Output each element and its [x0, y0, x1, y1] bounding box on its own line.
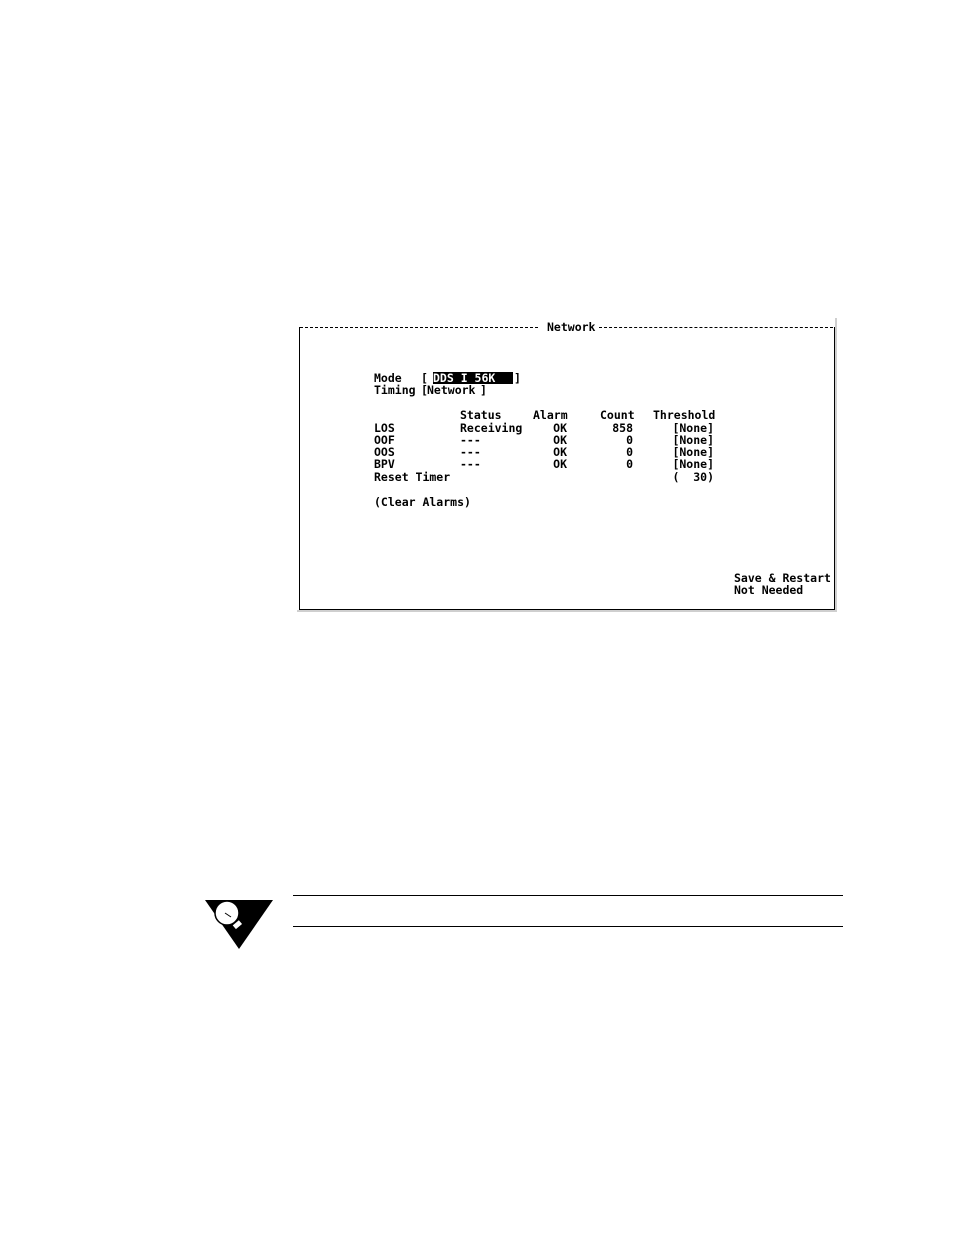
reset-timer-field[interactable]: ( 30)	[653, 471, 714, 483]
note-rule-bottom	[293, 926, 843, 927]
save-status-text: Not Needed	[734, 583, 804, 597]
header-threshold: Threshold	[653, 408, 716, 422]
header-count: Count	[600, 408, 635, 422]
timing-bracket-close: ]	[480, 383, 487, 397]
network-screen: Network Mode [ DDS I 56K ] Timing [ Netw…	[297, 318, 837, 612]
row-status: ---	[460, 457, 481, 471]
timing-select[interactable]: Network	[427, 384, 475, 396]
row-alarm: OK	[553, 457, 567, 471]
row-threshold[interactable]: [None]	[653, 458, 714, 470]
reset-timer-label: Reset Timer	[374, 470, 451, 484]
mode-bracket-close: ]	[514, 371, 521, 385]
header-alarm: Alarm	[533, 408, 568, 422]
row-count: 0	[626, 457, 633, 471]
row-name: BPV	[374, 457, 395, 471]
clear-alarms-button[interactable]: (Clear Alarms)	[374, 496, 471, 508]
header-status: Status	[460, 408, 502, 422]
title-rule-right	[599, 327, 833, 328]
timing-label: Timing	[374, 383, 416, 397]
title-rule-left	[300, 327, 538, 328]
note-rule-top	[293, 895, 843, 896]
lightbulb-icon	[205, 896, 275, 951]
screen-title: Network	[547, 320, 596, 334]
